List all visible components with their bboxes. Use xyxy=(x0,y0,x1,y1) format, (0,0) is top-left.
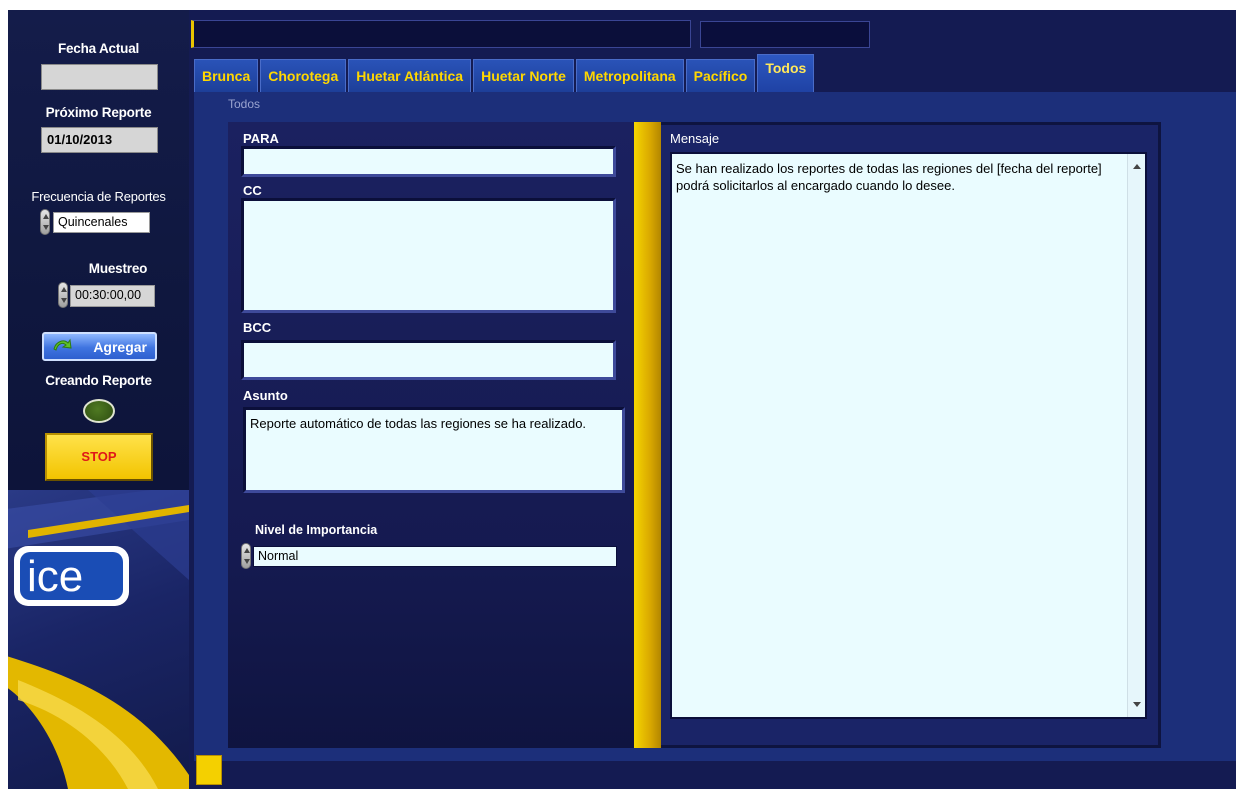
tab-todos[interactable]: Todos xyxy=(757,54,815,92)
mensaje-text: Se han realizado los reportes de todas l… xyxy=(676,161,1102,193)
muestreo-field[interactable]: 00:30:00,00 xyxy=(70,285,155,307)
mensaje-scrollbar[interactable] xyxy=(1127,154,1145,717)
nivel-select[interactable]: Normal xyxy=(253,546,617,567)
proximo-reporte-field: 01/10/2013 xyxy=(41,127,158,153)
ice-logo: ice xyxy=(8,490,189,789)
muestreo-label: Muestreo xyxy=(88,261,148,276)
tab-chorotega[interactable]: Chorotega xyxy=(260,59,347,92)
led-indicator-icon xyxy=(83,399,115,423)
spinner-icon[interactable] xyxy=(40,209,50,235)
cc-label: CC xyxy=(243,183,262,198)
status-bar-left xyxy=(191,20,691,48)
stop-button[interactable]: STOP xyxy=(45,433,153,481)
asunto-label: Asunto xyxy=(243,388,288,403)
spinner-icon[interactable] xyxy=(241,543,251,569)
scroll-up-icon[interactable] xyxy=(1133,164,1141,169)
bcc-label: BCC xyxy=(243,320,272,335)
control-panel: Fecha Actual Próximo Reporte 01/10/2013 … xyxy=(8,10,189,490)
tab-metropolitana[interactable]: Metropolitana xyxy=(575,59,684,92)
agregar-button[interactable]: Agregar xyxy=(42,332,157,361)
status-indicator xyxy=(196,755,222,785)
frecuencia-select[interactable]: Quincenales xyxy=(53,212,150,233)
tab-brunca[interactable]: Brunca xyxy=(194,59,259,92)
region-tabs: Brunca Chorotega Huetar Atlántica Huetar… xyxy=(194,54,816,92)
frecuencia-label: Frecuencia de Reportes xyxy=(31,189,166,204)
status-bar-right xyxy=(700,21,870,48)
splitter-bar[interactable] xyxy=(634,122,661,748)
tab-pacifico[interactable]: Pacífico xyxy=(685,59,756,92)
agregar-label: Agregar xyxy=(93,339,147,355)
page-title: Todos xyxy=(228,97,261,111)
nivel-label: Nivel de Importancia xyxy=(255,523,378,537)
fecha-actual-label: Fecha Actual xyxy=(57,41,140,56)
spinner-icon[interactable] xyxy=(58,282,68,308)
creando-reporte-label: Creando Reporte xyxy=(45,373,152,388)
proximo-reporte-label: Próximo Reporte xyxy=(45,105,152,120)
cc-input[interactable] xyxy=(241,198,616,313)
tab-huetar-norte[interactable]: Huetar Norte xyxy=(473,59,574,92)
green-arrow-icon xyxy=(53,338,72,351)
asunto-input[interactable]: Reporte automático de todas las regiones… xyxy=(243,407,625,493)
logo-panel: ice xyxy=(8,490,189,789)
fecha-actual-field xyxy=(41,64,158,90)
mensaje-label: Mensaje xyxy=(670,131,720,146)
scroll-down-icon[interactable] xyxy=(1133,702,1141,707)
mensaje-input[interactable]: Se han realizado los reportes de todas l… xyxy=(670,152,1147,719)
para-input[interactable] xyxy=(241,146,616,177)
bcc-input[interactable] xyxy=(241,340,616,380)
tab-huetar-atlantica[interactable]: Huetar Atlántica xyxy=(348,59,472,92)
para-label: PARA xyxy=(243,131,279,146)
logo-text: ice xyxy=(27,552,83,601)
